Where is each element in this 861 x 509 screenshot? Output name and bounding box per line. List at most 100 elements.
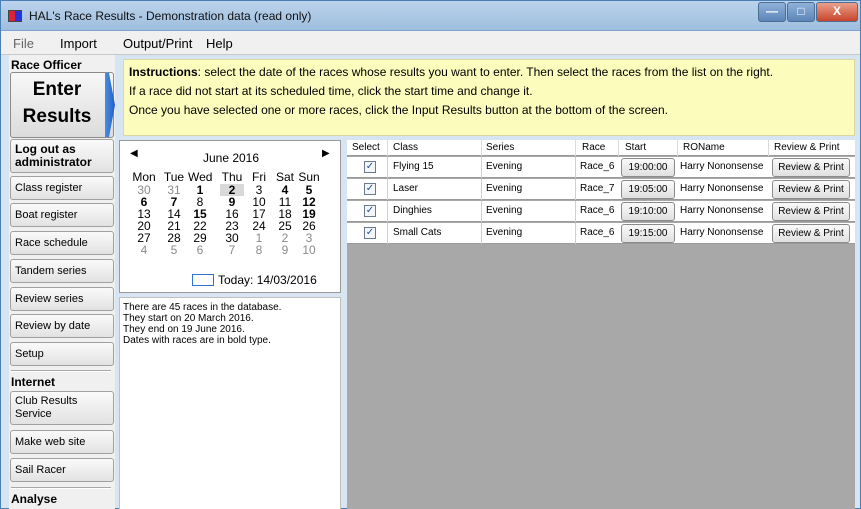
calendar-day[interactable]: 5 [162, 244, 186, 256]
enter-results-label-2: Results [22, 106, 92, 127]
divider [481, 201, 482, 222]
calendar-weekday: Sun [298, 170, 320, 184]
instructions-text-1: : select the date of the races whose res… [197, 65, 774, 79]
cell-roname: Harry Nononsense [680, 183, 764, 194]
select-checkbox[interactable]: ✓ [364, 227, 376, 239]
cell-series: Evening [486, 227, 523, 238]
cell-class: Flying 15 [393, 161, 434, 172]
table-row: ✓ Laser Evening Race_7 19:05:00 Harry Nononse… [347, 179, 855, 200]
app-flag-icon [8, 10, 22, 22]
calendar-day[interactable]: 10 [297, 244, 321, 256]
info-line: They start on 20 March 2016. [123, 313, 254, 324]
title-bar[interactable]: HAL's Race Results - Demonstration data … [1, 1, 860, 31]
col-review-print: Review & Print [774, 142, 840, 153]
arrow-right-icon [105, 73, 115, 137]
start-time-button[interactable]: 19:15:00 [621, 224, 675, 243]
divider [387, 140, 388, 156]
cell-series: Evening [486, 183, 523, 194]
review-print-button[interactable]: Review & Print [772, 158, 850, 177]
start-time-button[interactable]: 19:05:00 [621, 180, 675, 199]
divider [387, 201, 388, 222]
start-time-button[interactable]: 19:00:00 [621, 158, 675, 177]
divider [11, 370, 111, 372]
divider [677, 140, 678, 156]
sidebar-item-class-register[interactable]: Class register [10, 176, 114, 200]
calendar-weekday: Thu [221, 170, 243, 184]
divider [575, 157, 576, 178]
calendar-weekday: Fri [252, 170, 266, 184]
divider [481, 223, 482, 244]
cell-class: Small Cats [393, 227, 442, 238]
cell-series: Evening [486, 205, 523, 216]
select-checkbox[interactable]: ✓ [364, 161, 376, 173]
calendar-day[interactable]: 7 [220, 244, 244, 256]
window-title: HAL's Race Results - Demonstration data … [29, 9, 312, 23]
menu-output-print[interactable]: Output/Print [123, 36, 192, 51]
review-print-button[interactable]: Review & Print [772, 180, 850, 199]
divider [387, 179, 388, 200]
calendar-weekday: Sat [275, 170, 294, 184]
sidebar-item-club-results-service[interactable]: Club Results Service [10, 391, 114, 425]
calendar-day[interactable]: 8 [247, 244, 271, 256]
minimize-button[interactable]: — [758, 2, 786, 22]
today-label[interactable]: Today: 14/03/2016 [218, 273, 317, 287]
sidebar-item-make-web-site[interactable]: Make web site [10, 430, 114, 454]
menu-file[interactable]: File [13, 36, 34, 51]
sidebar-item-setup[interactable]: Setup [10, 342, 114, 366]
analyse-heading: Analyse [11, 492, 58, 506]
review-print-button[interactable]: Review & Print [772, 224, 850, 243]
select-checkbox[interactable]: ✓ [364, 183, 376, 195]
menu-import[interactable]: Import [60, 36, 97, 51]
col-race: Race [582, 142, 606, 153]
sidebar-item-tandem-series[interactable]: Tandem series [10, 259, 114, 283]
calendar-weekday: Wed [188, 170, 213, 184]
race-officer-heading: Race Officer [11, 58, 82, 72]
calendar-day[interactable]: 4 [132, 244, 156, 256]
database-info: There are 45 races in the database. They… [119, 297, 341, 509]
cell-roname: Harry Nononsense [680, 205, 764, 216]
divider [618, 140, 619, 156]
cell-series: Evening [486, 161, 523, 172]
info-line: Dates with races are in bold type. [123, 335, 271, 346]
col-class: Class [393, 142, 419, 153]
col-roname: ROName [683, 142, 725, 153]
sidebar-item-boat-register[interactable]: Boat register [10, 203, 114, 227]
calendar-day[interactable]: 9 [273, 244, 297, 256]
cell-roname: Harry Nononsense [680, 161, 764, 172]
col-start: Start [625, 142, 647, 153]
sidebar-item-race-schedule[interactable]: Race schedule [10, 231, 114, 255]
divider [481, 179, 482, 200]
instructions-panel: Instructions: select the date of the rac… [123, 59, 855, 136]
divider [387, 157, 388, 178]
app-window: HAL's Race Results - Demonstration data … [0, 0, 861, 509]
cell-roname: Harry Nononsense [680, 227, 764, 238]
sidebar: Race Officer Enter Results Log out as ad… [9, 55, 115, 509]
calendar: ◀ ▶ June 2016 Mon Tue Wed Thu Fri Sat Sun 30 31… [119, 140, 341, 293]
info-line: There are 45 races in the database. [123, 302, 282, 313]
divider [387, 223, 388, 244]
table-row: ✓ Flying 15 Evening Race_6 19:00:00 Harry Non… [347, 157, 855, 178]
cell-class: Laser [393, 183, 419, 194]
cell-class: Dinghies [393, 205, 432, 216]
select-checkbox[interactable]: ✓ [364, 205, 376, 217]
col-series: Series [486, 142, 515, 153]
menu-help[interactable]: Help [206, 36, 233, 51]
cell-race: Race_6 [580, 161, 615, 172]
maximize-button[interactable]: □ [787, 2, 815, 22]
start-time-button[interactable]: 19:10:00 [621, 202, 675, 221]
review-print-button[interactable]: Review & Print [772, 202, 850, 221]
calendar-day[interactable]: 6 [188, 244, 212, 256]
close-button[interactable]: X [816, 2, 858, 22]
divider [575, 201, 576, 222]
calendar-weekday: Tue [163, 170, 185, 184]
log-out-button[interactable]: Log out as administrator [10, 139, 114, 173]
divider [481, 140, 482, 156]
enter-results-button[interactable]: Enter Results [10, 72, 115, 138]
cell-race: Race_6 [580, 227, 615, 238]
sidebar-item-review-by-date[interactable]: Review by date [10, 314, 114, 338]
enter-results-label-1: Enter [32, 79, 82, 100]
table-row: ✓ Small Cats Evening Race_6 19:15:00 Harry No… [347, 223, 855, 244]
sidebar-item-sail-racer[interactable]: Sail Racer [10, 458, 114, 482]
sidebar-item-review-series[interactable]: Review series [10, 287, 114, 311]
grid-header: Select Class Series Race Start ROName Re… [347, 140, 855, 156]
